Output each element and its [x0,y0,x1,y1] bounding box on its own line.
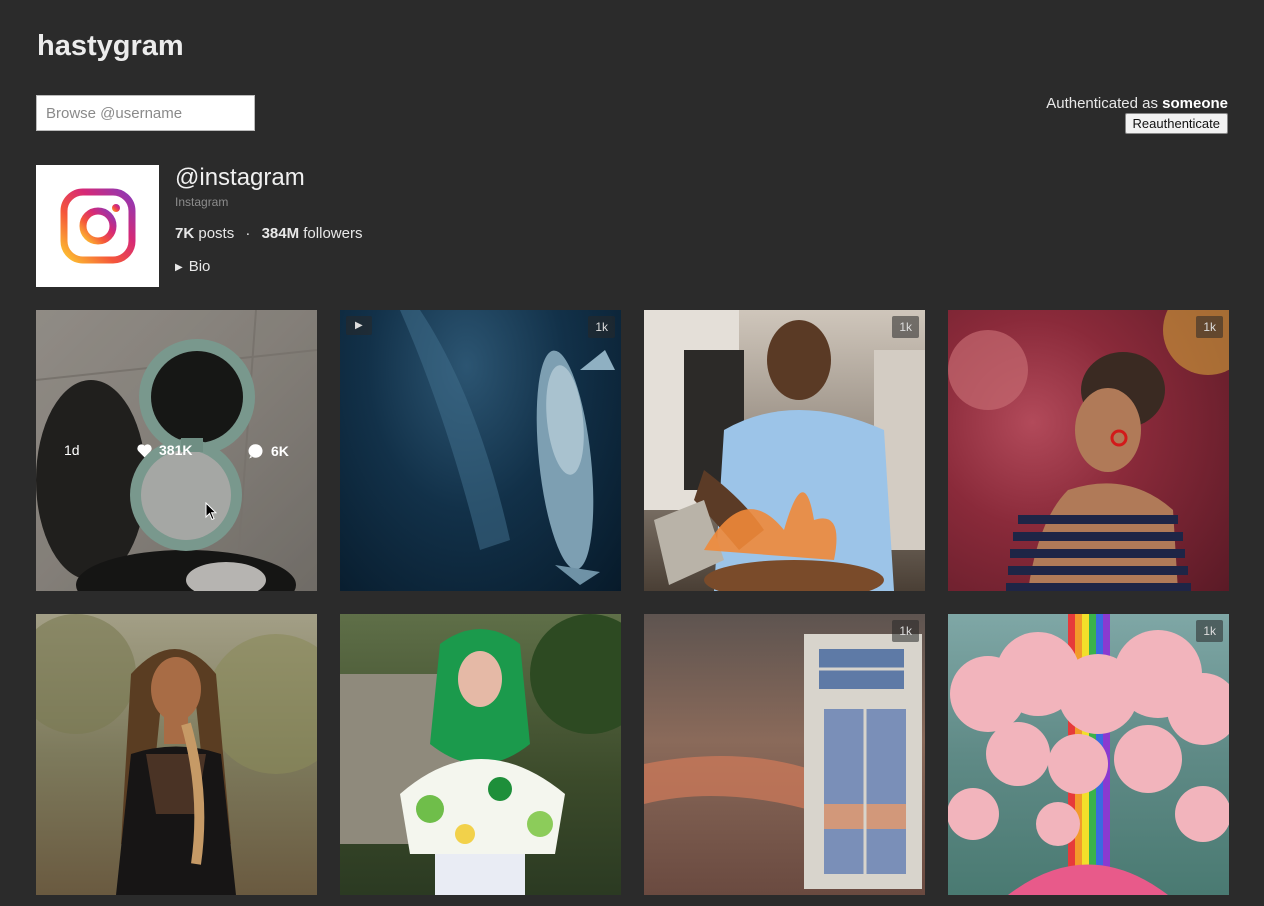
disclosure-triangle-icon: ▶ [175,262,183,273]
profile-handle: @instagram [175,164,305,191]
post-image [644,634,922,889]
instagram-logo-icon [60,188,135,264]
auth-username: someone [1162,95,1228,112]
post-badge: 1k [892,316,919,338]
site-title: hastygram [37,30,184,62]
bio-label: Bio [188,258,211,275]
post-tile[interactable]: ▶ 1k [340,310,621,591]
video-badge: ▶ [346,316,372,335]
post-tile[interactable] [340,614,621,895]
post-badge: 1k [892,620,919,642]
post-image [644,310,925,591]
post-image [36,614,317,895]
bio-toggle[interactable]: ▶ Bio [175,258,210,275]
post-tile[interactable]: 1k [644,614,925,895]
post-comments: 6K [247,442,289,460]
post-tile[interactable]: 1k [948,614,1229,895]
post-image [948,310,1229,591]
post-badge: 1k [588,316,615,338]
followers-label: followers [303,225,363,242]
profile-stats: 7K posts · 384M followers [175,225,362,242]
post-image [400,310,615,585]
post-image [340,614,621,895]
stats-separator: · [245,225,251,242]
post-badge: 1k [1196,316,1223,338]
post-tile[interactable]: 1k [644,310,925,591]
profile-avatar [36,165,159,287]
reauthenticate-button[interactable]: Reauthenticate [1124,113,1228,134]
profile-full-name: Instagram [175,195,229,209]
posts-label: posts [198,225,235,242]
auth-status: Authenticated as someone Reauthenticate [1046,95,1228,134]
post-tile[interactable] [36,614,317,895]
comment-bubble-icon [248,444,263,459]
post-image [948,614,1229,895]
posts-count: 7K [175,225,195,242]
mouse-pointer-icon [205,502,217,521]
post-badge: 1k [1196,620,1223,642]
heart-icon [137,443,152,457]
username-search-input[interactable] [36,95,255,131]
post-tile[interactable]: 1d 381K 6K [36,310,317,591]
post-likes: 381K [136,442,192,458]
post-tile[interactable]: 1k [948,310,1229,591]
auth-prefix: Authenticated as [1046,95,1158,112]
play-icon: ▶ [355,320,363,331]
followers-count: 384M [261,225,300,242]
post-age: 1d [64,442,80,458]
